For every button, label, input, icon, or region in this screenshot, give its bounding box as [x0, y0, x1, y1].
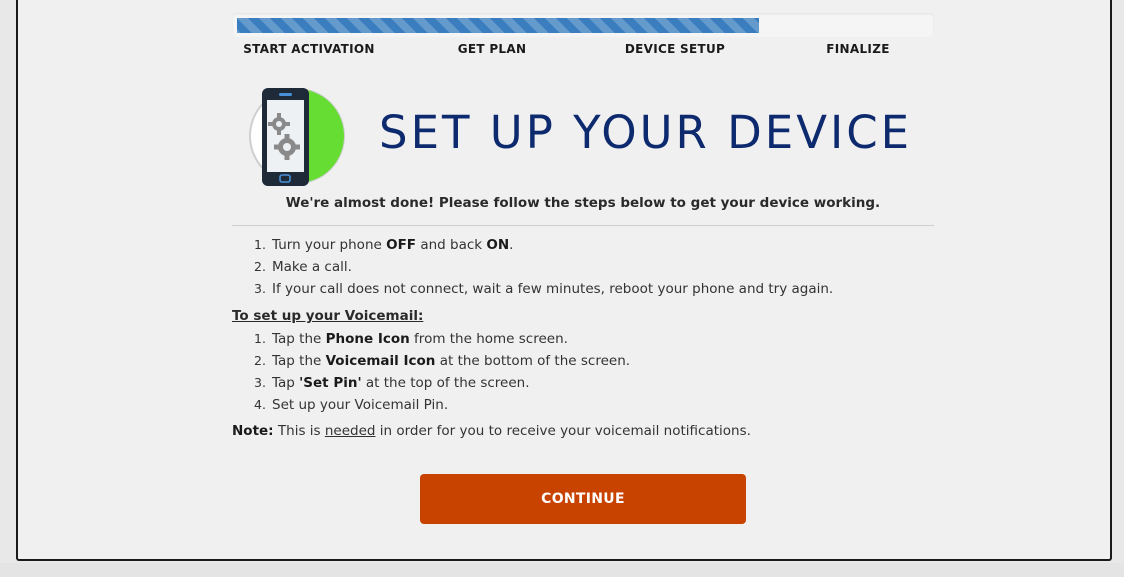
note-before: This is	[273, 423, 325, 439]
voicemail-step-number: 2.	[254, 353, 266, 368]
progress-bar	[232, 13, 934, 37]
voicemail-step-text: Tap the	[272, 353, 326, 369]
setup-step-2: 2. Make a call.	[254, 256, 833, 278]
voicemail-steps-list: 1. Tap the Phone Icon from the home scree…	[254, 328, 630, 416]
setup-step-3: 3. If your call does not connect, wait a …	[254, 278, 833, 300]
note-text: Note: This is needed in order for you to…	[232, 423, 751, 439]
note-label: Note:	[232, 423, 274, 439]
voicemail-step-emphasis: Voicemail Icon	[325, 353, 436, 369]
setup-step-emphasis: OFF	[386, 237, 417, 253]
setup-step-emphasis: ON	[486, 237, 510, 253]
divider	[232, 225, 934, 226]
voicemail-step-3: 3. Tap 'Set Pin' at the top of the screen…	[254, 372, 630, 394]
voicemail-step-text: Set up your Voicemail Pin.	[272, 397, 449, 413]
setup-step-number: 3.	[254, 281, 266, 296]
phone-settings-icon	[249, 88, 345, 186]
voicemail-step-text: at the top of the screen.	[361, 375, 530, 391]
voicemail-step-emphasis: 'Set Pin'	[299, 375, 362, 391]
setup-step-number: 2.	[254, 259, 266, 274]
page-title: SET UP YOUR DEVICE	[379, 106, 913, 159]
voicemail-step-emphasis: Phone Icon	[325, 331, 410, 347]
step-start-activation: START ACTIVATION	[243, 42, 375, 56]
setup-step-text: and back	[416, 237, 487, 253]
note-underlined: needed	[324, 423, 376, 439]
continue-button[interactable]: CONTINUE	[420, 474, 746, 524]
setup-step-text: Make a call.	[272, 259, 352, 275]
setup-steps-list: 1. Turn your phone OFF and back ON. 2. Make…	[254, 234, 833, 300]
progress-steps: START ACTIVATION GET PLAN DEVICE SETUP F…	[232, 42, 934, 60]
main-panel: START ACTIVATION GET PLAN DEVICE SETUP F…	[16, 0, 1112, 561]
voicemail-step-1: 1. Tap the Phone Icon from the home scree…	[254, 328, 630, 350]
voicemail-step-number: 3.	[254, 375, 266, 390]
setup-step-number: 1.	[254, 237, 266, 252]
voicemail-step-4: 4. Set up your Voicemail Pin.	[254, 394, 630, 416]
voicemail-heading: To set up your Voicemail:	[232, 308, 424, 324]
voicemail-step-2: 2. Tap the Voicemail Icon at the bottom o…	[254, 350, 630, 372]
step-finalize: FINALIZE	[826, 42, 890, 56]
voicemail-step-text: Tap	[272, 375, 300, 391]
page-subtitle: We're almost done! Please follow the ste…	[285, 195, 881, 211]
voicemail-step-text: at the bottom of the screen.	[435, 353, 631, 369]
page-footer-strip	[0, 563, 1124, 577]
progress-bar-fill	[237, 18, 759, 33]
setup-step-text: If your call does not connect, wait a fe…	[272, 281, 834, 297]
voicemail-step-text: from the home screen.	[409, 331, 568, 347]
step-device-setup: DEVICE SETUP	[624, 42, 726, 56]
note-after: in order for you to receive your voicema…	[375, 423, 751, 439]
setup-step-text: Turn your phone	[272, 237, 387, 253]
setup-step-text: .	[509, 237, 514, 253]
voicemail-step-number: 1.	[254, 331, 266, 346]
voicemail-step-text: Tap the	[272, 331, 326, 347]
voicemail-step-number: 4.	[254, 397, 266, 412]
step-get-plan: GET PLAN	[457, 42, 527, 56]
setup-step-1: 1. Turn your phone OFF and back ON.	[254, 234, 833, 256]
